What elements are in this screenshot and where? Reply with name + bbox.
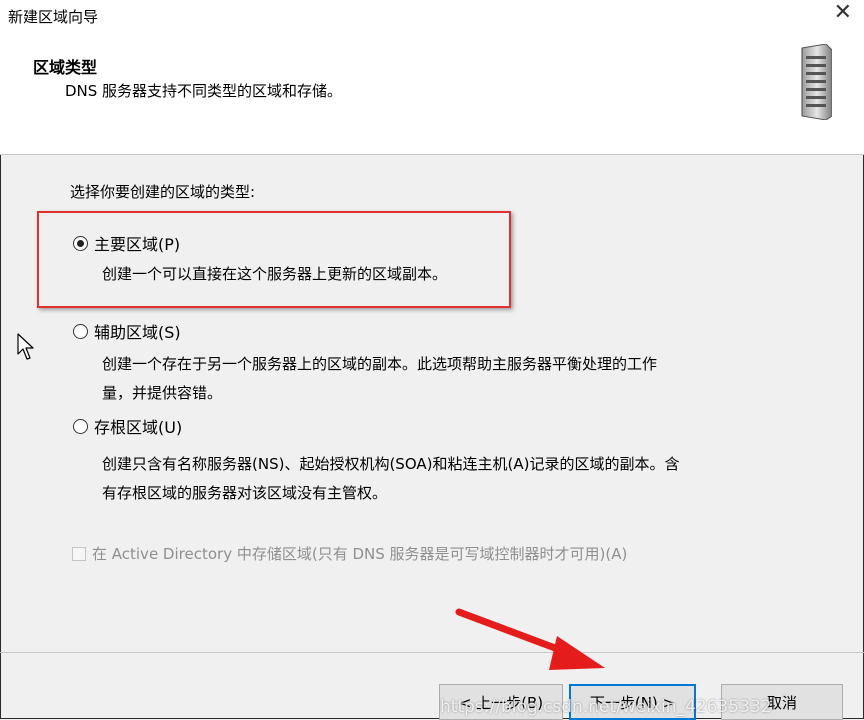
back-button[interactable]: < 上一步(B) (439, 684, 563, 720)
radio-label-primary[interactable]: 主要区域(P) (94, 231, 180, 255)
close-icon[interactable]: ✕ (834, 2, 852, 24)
option-desc-line: 创建只含有名称服务器(NS)、起始授权机构(SOA)和粘连主机(A)记录的区域的… (102, 455, 680, 473)
secondary-zone-description: 创建一个存在于另一个服务器上的区域的副本。此选项帮助主服务器平衡处理的工作 量，… (102, 350, 802, 408)
cancel-button[interactable]: 取消 (721, 684, 843, 720)
radio-button-secondary[interactable] (73, 323, 88, 339)
option-desc-line: 有存根区域的服务器对该区域没有主管权。 (102, 484, 388, 502)
zone-type-prompt: 选择你要创建的区域的类型: (70, 183, 256, 201)
mouse-cursor-icon (17, 333, 34, 360)
server-icon (801, 44, 832, 120)
option-desc-line: 创建一个可以直接在这个服务器上更新的区域副本。 (102, 265, 448, 283)
ad-store-checkbox-row[interactable]: 在 Active Directory 中存储区域(只有 DNS 服务器是可写域控… (72, 543, 627, 564)
wizard-header: 新建区域向导 ✕ 区域类型 DNS 服务器支持不同类型的区域和存储。 (0, 0, 864, 155)
radio-button-stub[interactable] (73, 418, 88, 434)
ad-store-checkbox-label[interactable]: 在 Active Directory 中存储区域(只有 DNS 服务器是可写域控… (92, 543, 627, 564)
option-desc-line: 量，并提供容错。 (102, 384, 223, 402)
window-title: 新建区域向导 (8, 8, 99, 26)
page-description: DNS 服务器支持不同类型的区域和存储。 (65, 82, 343, 100)
radio-label-stub[interactable]: 存根区域(U) (94, 414, 182, 438)
stub-zone-description: 创建只含有名称服务器(NS)、起始授权机构(SOA)和粘连主机(A)记录的区域的… (102, 450, 802, 508)
primary-zone-description: 创建一个可以直接在这个服务器上更新的区域副本。 (102, 260, 802, 289)
radio-stub-zone[interactable]: 存根区域(U) (73, 414, 182, 438)
ad-store-checkbox[interactable] (72, 546, 86, 561)
next-button[interactable]: 下一步(N) > (569, 684, 696, 720)
radio-button-primary[interactable] (73, 235, 88, 251)
option-desc-line: 创建一个存在于另一个服务器上的区域的副本。此选项帮助主服务器平衡处理的工作 (102, 355, 658, 373)
footer-divider (0, 652, 864, 653)
page-title: 区域类型 (33, 58, 98, 77)
radio-label-secondary[interactable]: 辅助区域(S) (94, 319, 181, 343)
radio-secondary-zone[interactable]: 辅助区域(S) (73, 319, 181, 343)
red-arrow-annotation-icon (455, 608, 605, 670)
radio-primary-zone[interactable]: 主要区域(P) (73, 231, 180, 255)
